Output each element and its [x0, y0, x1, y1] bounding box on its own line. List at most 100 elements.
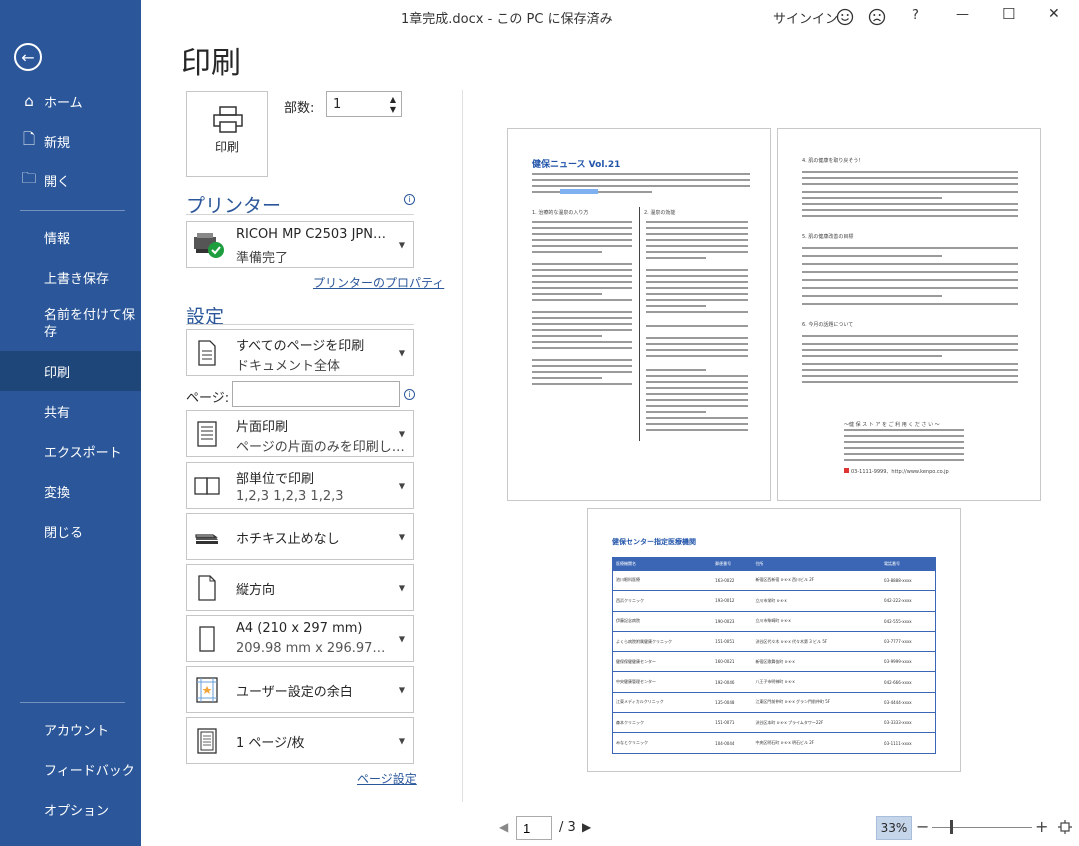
highlight-mark: [560, 189, 598, 194]
zoom-slider-thumb[interactable]: [950, 820, 953, 834]
nav-transform[interactable]: 変換: [0, 478, 141, 504]
nav-save[interactable]: 上書き保存: [0, 264, 141, 290]
printer-select[interactable]: RICOH MP C2503 JPN… 準備完了 ▼: [186, 221, 414, 268]
text-line: [844, 429, 964, 431]
text-line: [802, 183, 1018, 185]
text-line: [532, 371, 632, 373]
collate-select[interactable]: 部単位で印刷 1,2,3 1,2,3 1,2,3 ▼: [186, 462, 414, 509]
page-setup-link[interactable]: ページ設定: [357, 770, 417, 787]
page2-phone: 03-1111-9999、http://www.kenpo.co.jp: [851, 469, 949, 475]
paper-size-desc: 209.98 mm x 296.97…: [236, 641, 386, 656]
text-line: [802, 295, 942, 297]
preview-divider: [462, 90, 463, 802]
minimize-icon[interactable]: —: [956, 7, 969, 22]
vertical-scrollbar[interactable]: [1069, 34, 1079, 810]
decrement-icon[interactable]: ▼: [387, 104, 399, 115]
copies-stepper[interactable]: 1 ▲ ▼: [326, 91, 402, 117]
text-line: [532, 317, 632, 319]
zoom-in-icon[interactable]: +: [1035, 817, 1048, 836]
text-line: [646, 429, 748, 431]
zoom-percent-button[interactable]: 33%: [876, 816, 912, 840]
nav-new[interactable]: 🗋 新規: [0, 128, 141, 154]
text-line: [802, 349, 1018, 351]
nav-save-label: 上書き保存: [44, 271, 110, 287]
chevron-down-icon: ▼: [398, 736, 405, 745]
text-line: [646, 251, 748, 253]
pages-info-icon[interactable]: i: [404, 389, 415, 400]
staple-title: ホチキス止めなし: [236, 532, 340, 547]
chevron-down-icon: ▼: [398, 583, 405, 592]
text-line: [802, 381, 1018, 383]
nav-account-label: アカウント: [44, 723, 110, 739]
chevron-down-icon: ▼: [398, 532, 405, 541]
back-button[interactable]: ←: [14, 43, 42, 71]
frown-feedback-icon[interactable]: [868, 8, 886, 26]
text-line: [844, 435, 964, 437]
text-line: [532, 335, 602, 337]
document-pages-icon: [198, 339, 216, 366]
margins-select[interactable]: ユーザー設定の余白 ▼: [186, 666, 414, 713]
signin-link[interactable]: サインイン: [773, 8, 838, 27]
nav-home[interactable]: ⌂ ホーム: [0, 88, 141, 114]
page2-head-2: 5. 肌の健康改善の目標: [802, 234, 854, 240]
previous-page-icon[interactable]: ◀: [499, 820, 508, 834]
text-line: [646, 387, 748, 389]
print-range-select[interactable]: すべてのページを印刷 ドキュメント全体 ▼: [186, 329, 414, 376]
text-line: [532, 359, 632, 361]
nav-share[interactable]: 共有: [0, 398, 141, 424]
table-header-cell: 郵便番号: [712, 557, 753, 571]
printer-info-icon[interactable]: i: [404, 194, 415, 205]
nav-open[interactable]: 🗀 開く: [0, 167, 141, 193]
new-document-icon: 🗋: [22, 129, 36, 148]
nav-account[interactable]: アカウント: [0, 716, 141, 742]
maximize-icon[interactable]: ☐: [1002, 5, 1015, 23]
chevron-down-icon: ▼: [398, 685, 405, 694]
text-line: [646, 337, 748, 339]
text-line: [802, 343, 1018, 345]
stapler-icon: [195, 533, 218, 544]
sides-select[interactable]: 片面印刷 ページの片面のみを印刷し… ▼: [186, 410, 414, 457]
staple-select[interactable]: ホチキス止めなし ▼: [186, 513, 414, 560]
zoom-slider-track[interactable]: [932, 827, 1032, 828]
nav-save-as[interactable]: 名前を付けて保 存: [0, 304, 141, 344]
next-page-icon[interactable]: ▶: [582, 820, 591, 834]
table-cell: みなとクリニック: [612, 732, 713, 754]
table-header-row: 医療機関名 郵便番号 住所 電話番号: [612, 557, 936, 571]
phone-icon: [844, 468, 849, 473]
help-icon[interactable]: ?: [912, 8, 919, 23]
text-line: [646, 239, 748, 241]
table-cell: 042-666-xxxx: [881, 671, 936, 693]
pages-input[interactable]: [232, 381, 400, 407]
orientation-select[interactable]: 縦方向 ▼: [186, 564, 414, 611]
print-button[interactable]: 印刷: [186, 91, 268, 177]
table-cell: 渋谷区代々木 x-x-x 代々木第 3 ビル 5F: [752, 631, 882, 653]
heading-rule: [186, 214, 414, 215]
table-row: 伊藤記念病院 190-0023 立川市柴崎町 x-x-x 042-555-xxxx: [612, 611, 936, 632]
nav-print[interactable]: 印刷: [0, 351, 141, 391]
nav-feedback[interactable]: フィードバック: [0, 756, 141, 782]
portrait-icon: [198, 574, 216, 601]
paper-size-select[interactable]: A4 (210 x 297 mm) 209.98 mm x 296.97… ▼: [186, 615, 414, 662]
page-number-input[interactable]: [516, 816, 552, 840]
table-cell: 伊藤記念病院: [612, 611, 713, 632]
text-line: [802, 279, 1018, 281]
fit-to-window-icon[interactable]: [1058, 820, 1072, 834]
close-icon[interactable]: ✕: [1048, 6, 1060, 22]
nav-options[interactable]: オプション: [0, 796, 141, 822]
nav-info[interactable]: 情報: [0, 224, 141, 250]
nav-close[interactable]: 閉じる: [0, 518, 141, 544]
smile-feedback-icon[interactable]: [836, 8, 854, 26]
text-line: [646, 221, 748, 223]
text-line: [646, 381, 748, 383]
nav-export[interactable]: エクスポート: [0, 438, 141, 464]
collate-desc: 1,2,3 1,2,3 1,2,3: [236, 489, 344, 504]
text-line: [532, 185, 750, 187]
orientation-title: 縦方向: [236, 583, 276, 598]
zoom-out-icon[interactable]: −: [916, 817, 929, 836]
pages-per-sheet-select[interactable]: 1 ページ/枚 ▼: [186, 717, 414, 764]
printer-properties-link[interactable]: プリンターのプロパティ: [313, 274, 444, 291]
facility-table: 医療機関名 郵便番号 住所 電話番号 池川眼科医療 163-0022 新宿区西新宿 x-x…: [612, 557, 936, 754]
table-cell: 中央健康管理センター: [612, 671, 713, 693]
nav-print-label: 印刷: [44, 365, 71, 381]
print-button-label: 印刷: [214, 140, 239, 154]
